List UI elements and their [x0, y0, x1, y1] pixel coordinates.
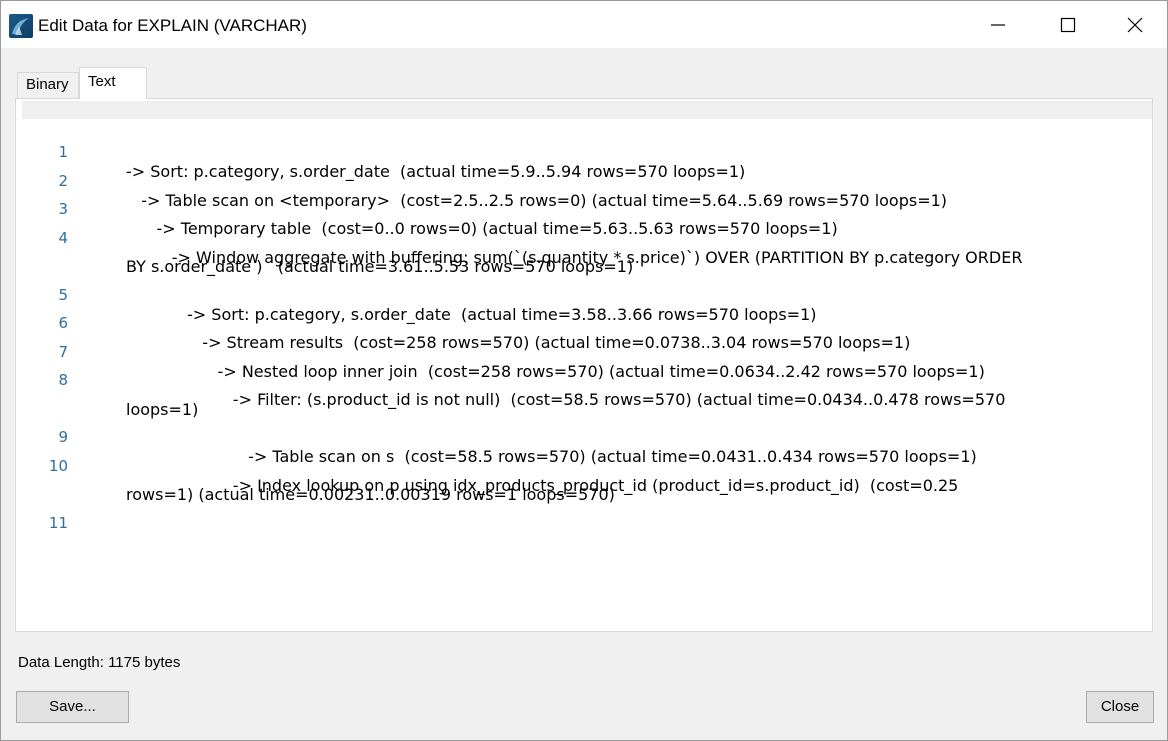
window-title: Edit Data for EXPLAIN (VARCHAR)	[38, 16, 307, 35]
close-icon	[1127, 17, 1143, 32]
minimize-button[interactable]	[963, 1, 1033, 48]
title-bar: Edit Data for EXPLAIN (VARCHAR)	[1, 1, 1167, 48]
text-editor[interactable]: 1 -> Sort: p.category, s.order_date (act…	[15, 98, 1153, 632]
tab-binary[interactable]: Binary	[17, 72, 79, 98]
editor-line: 3 -> Temporary table (cost=0..0 rows=0) …	[16, 181, 1146, 238]
data-length-label: Data Length: 1175 bytes	[18, 654, 181, 671]
editor-line-wrap: rows=1) (actual time=0.00231..0.00319 ro…	[16, 466, 1146, 504]
editor-line-wrap: loops=1)	[16, 381, 1146, 419]
editor-line: 6 -> Stream results (cost=258 rows=570) …	[16, 295, 1146, 352]
close-window-button[interactable]	[1103, 1, 1167, 48]
tab-text[interactable]: Text	[79, 67, 147, 99]
save-button[interactable]: Save...	[16, 691, 129, 723]
minimize-icon	[991, 23, 1005, 26]
editor-line: 8 -> Filter: (s.product_id is not null) …	[16, 352, 1146, 409]
close-button[interactable]: Close	[1086, 691, 1154, 723]
editor-line: 9 -> Table scan on s (cost=58.5 rows=570…	[16, 409, 1146, 466]
editor-line: 1 -> Sort: p.category, s.order_date (act…	[16, 124, 1146, 181]
maximize-button[interactable]	[1033, 1, 1103, 48]
editor-header-strip	[22, 101, 1152, 119]
mysql-workbench-icon	[9, 14, 33, 38]
editor-line: 10 -> Index lookup on p using idx_produc…	[16, 438, 1146, 495]
editor-line-wrap: BY s.order_date ) (actual time=3.61..5.5…	[16, 238, 1146, 276]
tab-bar: Binary Text	[17, 67, 1157, 99]
line-number: 11	[48, 513, 68, 532]
editor-line: 5 -> Sort: p.category, s.order_date (act…	[16, 267, 1146, 324]
editor-line: 4 -> Window aggregate with buffering: su…	[16, 210, 1146, 267]
maximize-icon	[1060, 17, 1076, 32]
editor-line: 11	[16, 495, 1146, 532]
editor-line: 7 -> Nested loop inner join (cost=258 ro…	[16, 324, 1146, 381]
editor-line: 2 -> Table scan on <temporary> (cost=2.5…	[16, 153, 1146, 210]
